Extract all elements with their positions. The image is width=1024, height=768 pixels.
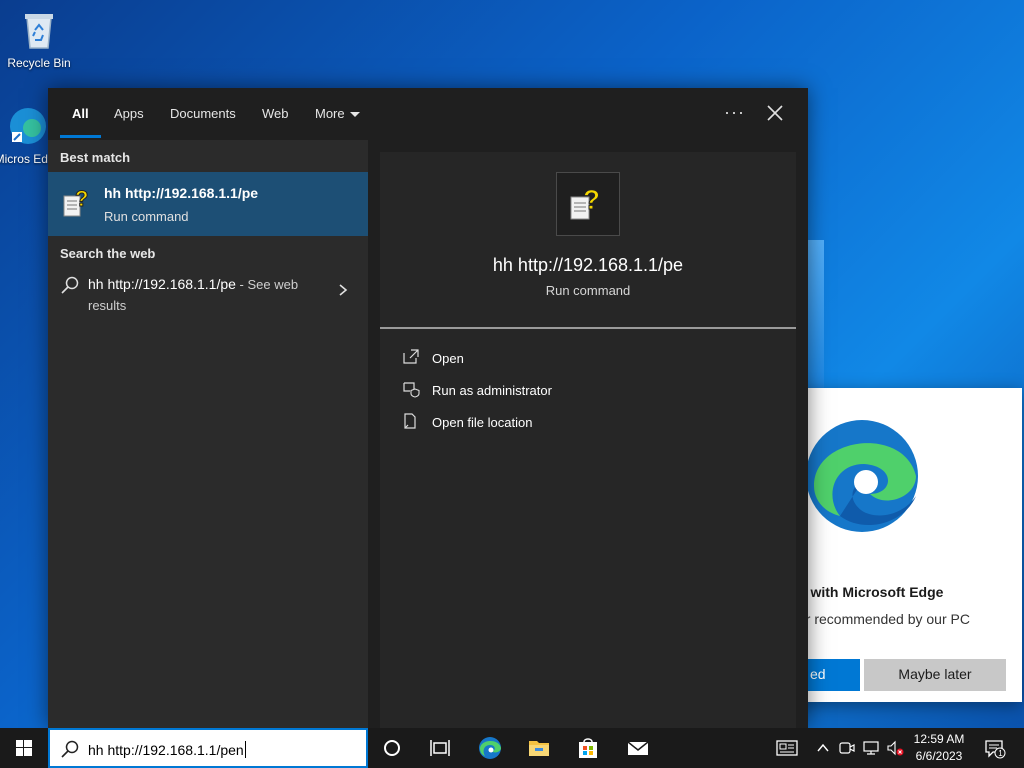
best-match-title: hh http://192.168.1.1/pe (104, 185, 259, 201)
best-match-subtitle: Run command (104, 209, 189, 224)
tab-apps[interactable]: Apps (114, 88, 144, 140)
desktop-icon-recycle-bin[interactable]: Recycle Bin (1, 8, 77, 70)
clock[interactable]: 12:59 AM 6/6/2023 (904, 731, 974, 765)
tab-more[interactable]: More (315, 88, 360, 140)
news-widget-button[interactable] (776, 739, 798, 757)
clock-time: 12:59 AM (913, 732, 965, 746)
file-location-icon (404, 413, 416, 429)
best-match-heading: Best match (60, 150, 131, 165)
store-icon (579, 738, 597, 758)
search-tabs: All Apps Documents Web More ··· (48, 88, 808, 140)
mail-icon (627, 741, 649, 755)
edge-popup-headline: b with Microsoft Edge (798, 584, 944, 600)
edge-popup-subtext: er recommended by our PC (798, 611, 970, 627)
action-label: Open (432, 351, 464, 366)
shield-icon (403, 382, 420, 398)
recycle-bin-icon (17, 8, 61, 52)
search-icon (60, 275, 80, 295)
chevron-down-icon (349, 112, 360, 118)
edge-icon (6, 104, 50, 148)
web-result-query: hh http://192.168.1.1/pe (88, 276, 236, 292)
cortana-button[interactable] (380, 736, 404, 760)
show-hidden-icons-button[interactable] (814, 739, 832, 757)
web-search-result[interactable]: hh http://192.168.1.1/pe - See web resul… (48, 270, 368, 322)
edge-logo-icon (806, 420, 918, 532)
volume-muted-icon (887, 740, 904, 756)
search-panel: All Apps Documents Web More ··· Best mat… (48, 88, 808, 728)
notification-count: 1 (998, 749, 1003, 758)
search-icon (60, 739, 80, 759)
web-result-text: hh http://192.168.1.1/pe - See web resul… (88, 274, 328, 316)
run-command-icon: ? (570, 184, 601, 220)
taskbar: hh http://192.168.1.1/pen 12:59 AM 6/6/2… (0, 728, 1024, 768)
folder-icon (529, 741, 549, 756)
network-icon (863, 741, 879, 755)
action-label: Open file location (432, 415, 533, 430)
clock-date: 6/6/2023 (915, 749, 963, 763)
preview-title: hh http://192.168.1.1/pe (492, 255, 684, 275)
tab-documents[interactable]: Documents (170, 88, 236, 140)
tab-web[interactable]: Web (262, 88, 289, 140)
search-input[interactable]: hh http://192.168.1.1/pen (88, 741, 246, 758)
close-icon (767, 105, 783, 121)
tray-meet-now[interactable] (838, 739, 856, 757)
camera-icon (839, 742, 855, 754)
cortana-icon (384, 740, 400, 756)
search-web-heading: Search the web (60, 246, 156, 261)
preview-pane: ? hh http://192.168.1.1/pe Run command O… (380, 152, 796, 728)
task-view-icon (430, 740, 450, 756)
run-command-icon: ? (62, 186, 92, 220)
taskbar-mail[interactable] (626, 736, 650, 760)
more-options-button[interactable]: ··· (724, 102, 745, 123)
open-icon (403, 349, 419, 364)
taskbar-store[interactable] (576, 736, 600, 760)
notification-icon: 1 (985, 740, 1006, 759)
chevron-right-icon[interactable] (336, 282, 350, 298)
maybe-later-button[interactable]: Maybe later (864, 659, 1006, 691)
results-list: Best match ? hh http://192.168.1.1/pe Ru… (48, 140, 368, 728)
close-button[interactable] (764, 102, 786, 124)
taskbar-edge[interactable] (478, 736, 502, 760)
desktop-icon-label: Recycle Bin (7, 56, 71, 70)
tray-network[interactable] (862, 739, 880, 757)
best-match-result[interactable]: ? hh http://192.168.1.1/pe Run command (48, 172, 368, 236)
taskbar-file-explorer[interactable] (527, 736, 551, 760)
edge-icon (479, 737, 501, 759)
action-center-button[interactable]: 1 (984, 739, 1006, 759)
chevron-up-icon (817, 743, 829, 752)
preview-subtitle: Run command (545, 283, 631, 298)
tab-more-label: More (315, 106, 345, 121)
news-icon (776, 740, 798, 756)
tray-volume[interactable] (886, 739, 904, 757)
preview-app-icon: ? (556, 172, 620, 236)
divider (380, 327, 796, 329)
svg-text:?: ? (583, 184, 600, 215)
action-label: Run as administrator (432, 383, 552, 398)
tab-all[interactable]: All (60, 88, 100, 140)
taskbar-search-box[interactable]: hh http://192.168.1.1/pen (48, 728, 368, 768)
task-view-button[interactable] (428, 736, 452, 760)
svg-text:?: ? (75, 186, 88, 211)
windows-logo-icon (16, 740, 32, 756)
start-button[interactable] (0, 728, 48, 768)
